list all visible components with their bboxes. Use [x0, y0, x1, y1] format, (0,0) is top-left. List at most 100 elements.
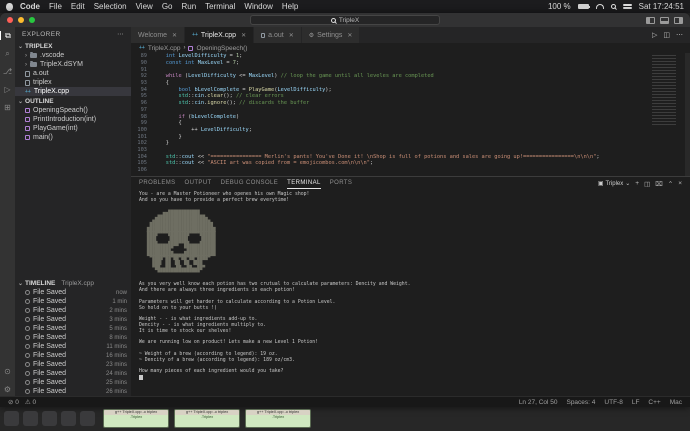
breadcrumb-file[interactable]: TripleX.cpp	[148, 45, 181, 52]
kill-terminal-icon[interactable]: ⌧	[655, 180, 663, 188]
minimap[interactable]	[652, 55, 684, 125]
code-line[interactable]: 106	[131, 167, 690, 174]
code-line[interactable]: 96 std::cin.ignore(); // discards the bu…	[131, 100, 690, 107]
menu-item-window[interactable]: Window	[244, 2, 272, 11]
timeline-item[interactable]: File Saved16 mins	[15, 351, 131, 360]
code-line[interactable]: 93 {	[131, 80, 690, 87]
timeline-item[interactable]: File Saved8 mins	[15, 333, 131, 342]
close-icon[interactable]: ✕	[347, 32, 352, 39]
tree-item-a.out[interactable]: a.out	[15, 69, 131, 78]
code-line[interactable]: 97	[131, 107, 690, 114]
code-line[interactable]: 90 const int MaxLevel = 7;	[131, 60, 690, 67]
close-icon[interactable]: ✕	[241, 32, 246, 39]
status-item-utf-8[interactable]: UTF-8	[604, 399, 622, 406]
tree-item-TripleX.cpp[interactable]: ++TripleX.cpp	[15, 87, 131, 96]
outline-item[interactable]: main()	[15, 133, 131, 142]
timeline-item[interactable]: File Saved26 mins	[15, 387, 131, 396]
outline-item[interactable]: PrintIntroduction(int)	[15, 115, 131, 124]
tree-item-triplex[interactable]: triplex	[15, 78, 131, 87]
menu-item-help[interactable]: Help	[282, 2, 298, 11]
dock-app-icon[interactable]	[4, 411, 19, 426]
new-terminal-icon[interactable]: +	[635, 180, 639, 188]
dock-app-icon[interactable]	[42, 411, 57, 426]
status-item-ln-27-col-50[interactable]: Ln 27, Col 50	[519, 399, 558, 406]
close-icon[interactable]: ✕	[289, 32, 294, 39]
panel-tab-ports[interactable]: PORTS	[330, 178, 353, 189]
menu-item-code[interactable]: Code	[20, 2, 40, 11]
timeline-item[interactable]: File Saved11 mins	[15, 342, 131, 351]
timeline-item[interactable]: File Saved24 mins	[15, 369, 131, 378]
outline-section-header[interactable]: ⌄ OUTLINE	[15, 96, 131, 106]
code-line[interactable]: 100 ++ LevelDifficulty;	[131, 127, 690, 134]
run-debug-icon[interactable]: ▷	[0, 85, 15, 94]
zoom-window-button[interactable]	[29, 17, 35, 23]
status-item-c-[interactable]: C++	[648, 399, 660, 406]
tab-triplex-cpp[interactable]: ++TripleX.cpp✕	[185, 27, 254, 43]
dock-terminal-window[interactable]: g++ TripleX.cpp -o triplex.Triplex	[245, 409, 311, 428]
account-icon[interactable]: ⊙	[0, 367, 15, 376]
tab-a-out[interactable]: a.out✕	[254, 27, 302, 43]
split-editor-icon[interactable]: ◫	[663, 31, 670, 39]
status-item-lf[interactable]: LF	[632, 399, 640, 406]
settings-icon[interactable]: ⚙	[0, 385, 15, 394]
menu-item-run[interactable]: Run	[181, 2, 196, 11]
panel-tab-terminal[interactable]: TERMINAL	[287, 178, 321, 189]
close-panel-icon[interactable]: ×	[678, 180, 682, 188]
menu-item-terminal[interactable]: Terminal	[205, 2, 235, 11]
explorer-more-actions-icon[interactable]: ⋯	[117, 30, 124, 38]
menu-item-view[interactable]: View	[136, 2, 153, 11]
maximize-panel-icon[interactable]: ⌃	[668, 180, 673, 188]
editor-scrollbar[interactable]	[685, 53, 690, 176]
problems-indicator[interactable]: ⊘ 0 ⚠ 0	[8, 398, 36, 406]
toggle-panel-icon[interactable]	[660, 17, 669, 24]
status-item-mac[interactable]: Mac	[670, 399, 682, 406]
control-center-icon[interactable]	[623, 3, 632, 10]
menu-item-file[interactable]: File	[49, 2, 62, 11]
outline-item[interactable]: PlayGame(int)	[15, 124, 131, 133]
code-line[interactable]: 94 bool bLevelComplete = PlayGame(LevelD…	[131, 86, 690, 93]
timeline-item[interactable]: File Saved25 mins	[15, 378, 131, 387]
tree-item-.vscode[interactable]: ›.vscode	[15, 51, 131, 60]
command-center-search[interactable]: TripleX	[250, 15, 440, 25]
timeline-item[interactable]: File Saved5 mins	[15, 324, 131, 333]
split-terminal-icon[interactable]: ◫	[644, 180, 650, 188]
timeline-item[interactable]: File Savednow	[15, 288, 131, 297]
dock-app-icon[interactable]	[80, 411, 95, 426]
run-button[interactable]: ▷	[652, 31, 657, 39]
code-line[interactable]: 89 int LevelDifficulty = 1;	[131, 53, 690, 60]
toggle-sidebar-icon[interactable]	[646, 17, 655, 24]
code-line[interactable]: 98 if (bLevelComplete)	[131, 113, 690, 120]
code-line[interactable]: 95 std::cin.clear(); // clear errors	[131, 93, 690, 100]
breadcrumb[interactable]: ++ TripleX.cpp › OpeningSpeech()	[131, 43, 690, 53]
code-line[interactable]: 92 while (LevelDifficulty <= MaxLevel) /…	[131, 73, 690, 80]
more-actions-icon[interactable]: ⋯	[676, 31, 683, 39]
explorer-icon[interactable]: ⧉	[0, 31, 15, 40]
menu-item-edit[interactable]: Edit	[71, 2, 85, 11]
timeline-item[interactable]: File Saved23 mins	[15, 360, 131, 369]
terminal-selector[interactable]: ▣ Triplex ⌄	[598, 180, 630, 187]
spotlight-search-icon[interactable]	[611, 4, 616, 9]
dock-terminal-window[interactable]: g++ TripleX.cpp -o triplex.Triplex	[103, 409, 169, 428]
tab-welcome[interactable]: Welcome✕	[131, 27, 185, 43]
code-line[interactable]: 103	[131, 147, 690, 154]
close-window-button[interactable]	[7, 17, 13, 23]
code-line[interactable]: 102 }	[131, 140, 690, 147]
dock-terminal-window[interactable]: g++ TripleX.cpp -o triplex.Triplex	[174, 409, 240, 428]
timeline-item[interactable]: File Saved1 min	[15, 297, 131, 306]
toggle-secondary-sidebar-icon[interactable]	[674, 17, 683, 24]
breadcrumb-symbol[interactable]: OpeningSpeech()	[196, 45, 247, 52]
code-line[interactable]: 105 std::cout << "ASCII art was copied f…	[131, 160, 690, 167]
menu-item-go[interactable]: Go	[162, 2, 173, 11]
panel-tab-problems[interactable]: PROBLEMS	[139, 178, 176, 189]
wifi-icon[interactable]	[596, 4, 604, 9]
status-item-spaces-4[interactable]: Spaces: 4	[566, 399, 595, 406]
dock-app-icon[interactable]	[23, 411, 38, 426]
project-section-header[interactable]: ⌄ TRIPLEX	[15, 41, 131, 51]
code-editor[interactable]: 89 int LevelDifficulty = 1;90 const int …	[131, 53, 690, 176]
minimize-window-button[interactable]	[18, 17, 24, 23]
timeline-item[interactable]: File Saved3 mins	[15, 315, 131, 324]
menu-item-selection[interactable]: Selection	[94, 2, 127, 11]
search-icon[interactable]: ⌕	[0, 49, 15, 58]
code-line[interactable]: 91	[131, 66, 690, 73]
tab-settings[interactable]: ⚙Settings✕	[302, 27, 361, 43]
